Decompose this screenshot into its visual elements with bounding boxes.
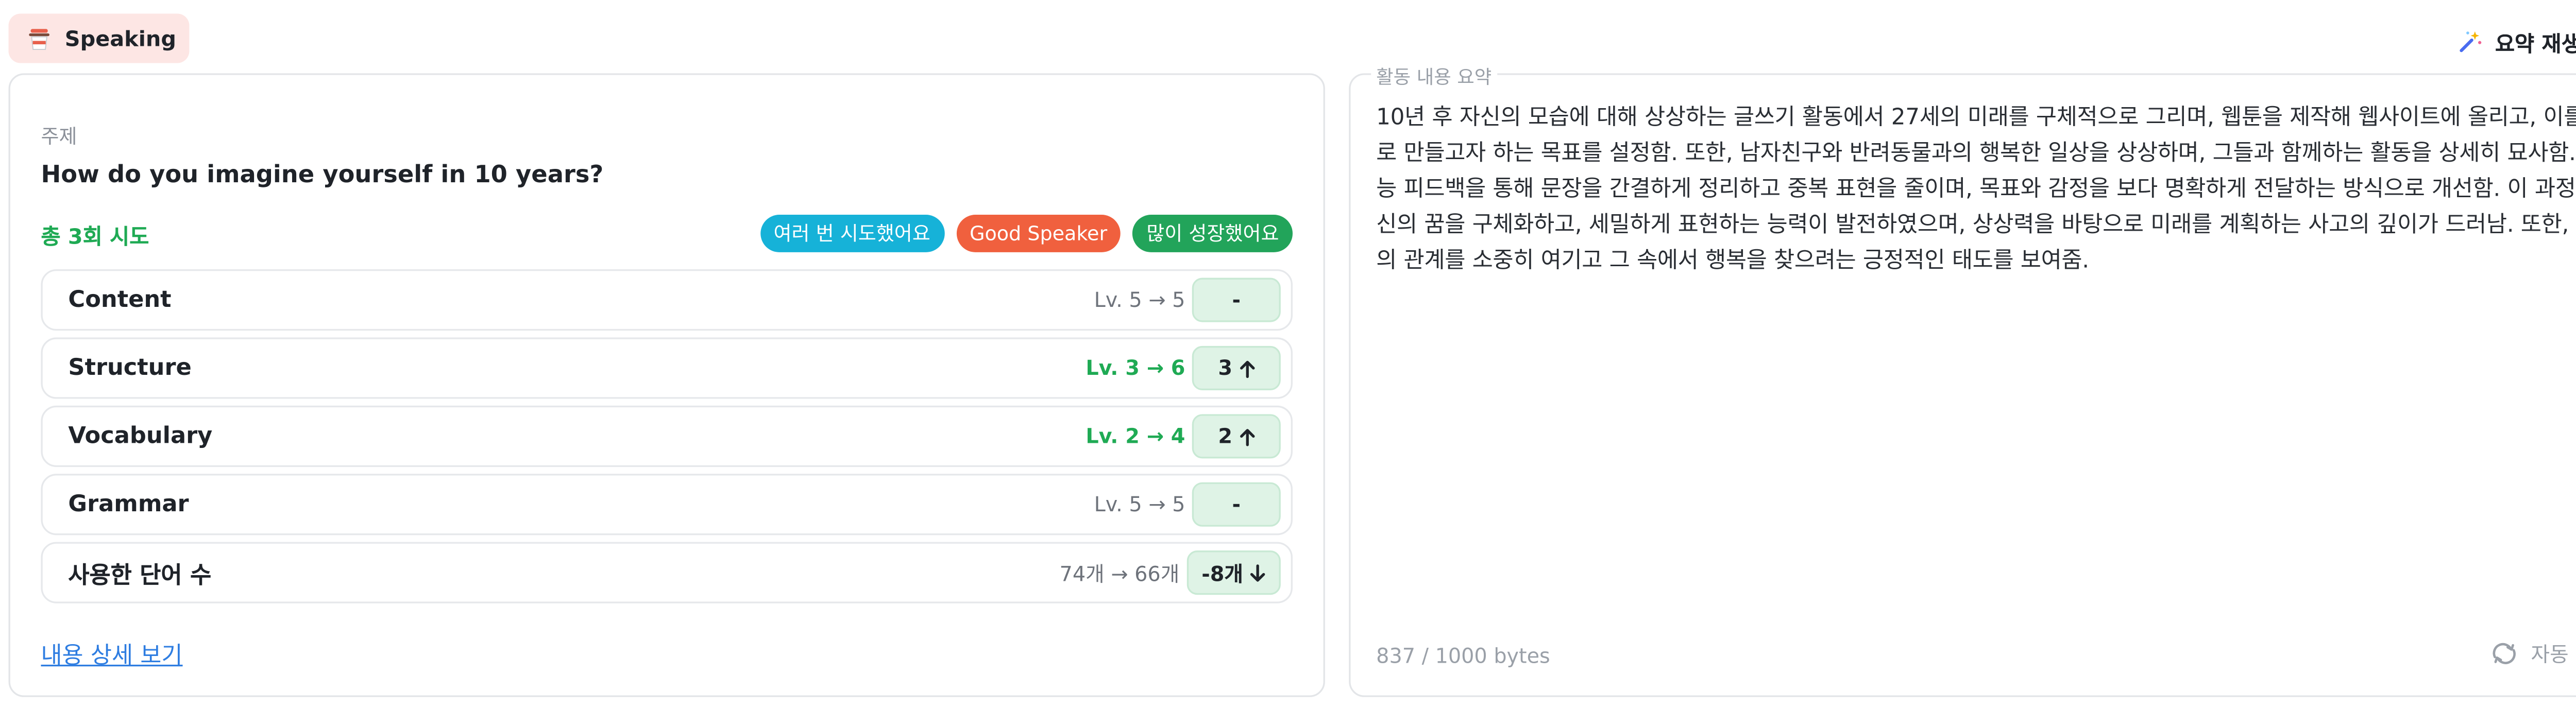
metric-delta-badge: - xyxy=(1192,278,1281,322)
metric-label: Vocabulary xyxy=(68,422,213,450)
arrow-up-icon xyxy=(1239,428,1255,445)
metric-level-change: Lv. 5 → 5 xyxy=(1094,492,1185,516)
attempt-count: 총 3회 시도 xyxy=(41,223,149,249)
metric-level-change: Lv. 3 → 6 xyxy=(1086,356,1185,381)
achievement-badges: 여러 번 시도했어요 Good Speaker 많이 성장했어요 xyxy=(759,215,1293,252)
metric-delta-value: 3 xyxy=(1218,356,1233,381)
metric-level-change: 74개 → 66개 xyxy=(1059,561,1180,585)
speaking-tag: Speaking xyxy=(8,13,190,63)
regenerate-summary-button[interactable]: 요약 재생성하기 xyxy=(2458,26,2576,58)
badge-good-speaker: Good Speaker xyxy=(956,215,1121,252)
metric-delta-badge: 3 xyxy=(1192,345,1281,390)
metric-level-change: Lv. 2 → 4 xyxy=(1086,424,1185,448)
metric-row-structure: Structure Lv. 3 → 6 3 xyxy=(41,337,1293,399)
autosave-status: 자동 저장 중 xyxy=(2490,639,2576,668)
metric-row-word-count: 사용한 단어 수 74개 → 66개 -8개 xyxy=(41,542,1293,603)
metric-list: Content Lv. 5 → 5 - Structure Lv. 3 → 6 … xyxy=(41,269,1293,610)
arrow-down-icon xyxy=(1250,563,1265,581)
byte-counter: 837 / 1000 bytes xyxy=(1376,644,1550,668)
summary-textarea[interactable]: 10년 후 자신의 모습에 대해 상상하는 글쓰기 활동에서 27세의 미래를 … xyxy=(1376,100,2576,280)
metric-label: 사용한 단어 수 xyxy=(68,562,212,590)
metric-delta-value: -8개 xyxy=(1201,561,1243,585)
metric-row-content: Content Lv. 5 → 5 - xyxy=(41,269,1293,331)
metric-delta-badge: -8개 xyxy=(1186,550,1281,595)
metric-delta-badge: - xyxy=(1192,482,1281,527)
metric-delta-badge: 2 xyxy=(1192,414,1281,459)
sync-icon xyxy=(2493,643,2516,664)
metric-delta-value: - xyxy=(1232,288,1241,312)
metric-label: Structure xyxy=(68,354,192,382)
metric-row-vocabulary: Vocabulary Lv. 2 → 4 2 xyxy=(41,405,1293,467)
badge-many-attempts: 여러 번 시도했어요 xyxy=(759,215,944,252)
summary-card: 활동 내용 요약 10년 후 자신의 모습에 대해 상상하는 글쓰기 활동에서 … xyxy=(1349,63,2576,697)
metric-level-change: Lv. 5 → 5 xyxy=(1094,288,1185,312)
metric-label: Grammar xyxy=(68,491,189,518)
metric-label: Content xyxy=(68,286,172,314)
metric-delta-value: - xyxy=(1232,492,1241,516)
speaking-report-view: Speaking 요약 재생성하기 주제 How do you imagine … xyxy=(0,0,2576,726)
metric-delta-value: 2 xyxy=(1218,424,1233,448)
magic-wand-icon xyxy=(2460,31,2482,53)
evaluation-card: 주제 How do you imagine yourself in 10 yea… xyxy=(8,73,1325,697)
badge-grew-a-lot: 많이 성장했어요 xyxy=(1132,215,1293,252)
coffee-cup-icon xyxy=(29,28,49,49)
topic-label: 주제 xyxy=(41,124,77,148)
arrow-up-icon xyxy=(1239,360,1255,377)
regenerate-summary-label: 요약 재생성하기 xyxy=(2495,30,2576,57)
speaking-tag-label: Speaking xyxy=(64,25,176,51)
summary-legend: 활동 내용 요약 xyxy=(1371,63,1497,91)
metric-row-grammar: Grammar Lv. 5 → 5 - xyxy=(41,474,1293,535)
view-details-link[interactable]: 내용 상세 보기 xyxy=(41,636,182,670)
autosave-label: 자동 저장 중 xyxy=(2531,642,2576,667)
topic-question: How do you imagine yourself in 10 years? xyxy=(41,162,604,189)
